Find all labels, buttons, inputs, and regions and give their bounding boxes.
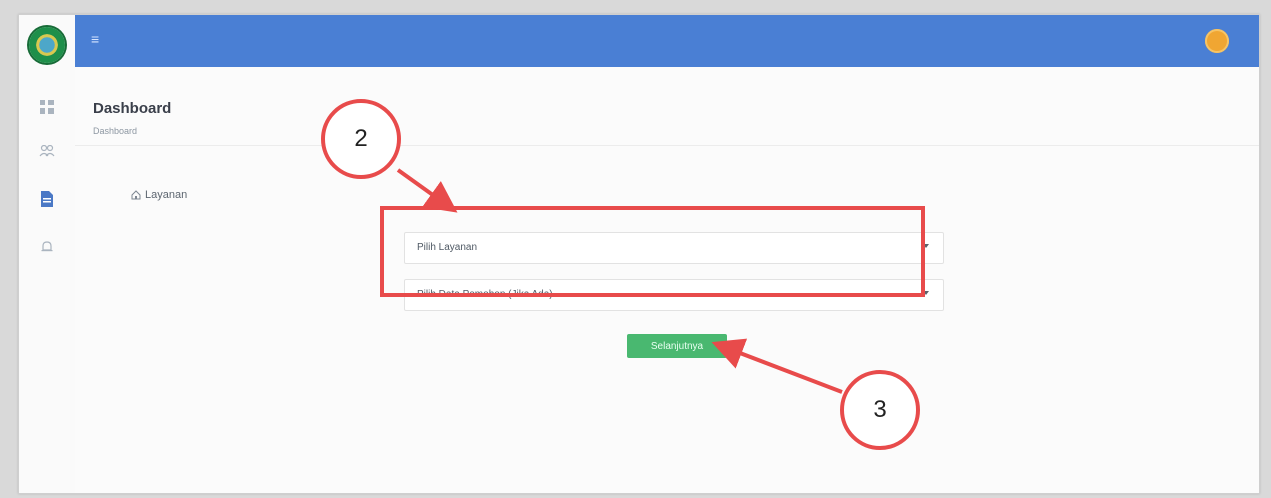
tab-layanan[interactable]: Layanan — [131, 189, 187, 201]
next-button[interactable]: Selanjutnya — [627, 334, 727, 358]
top-navbar: ≡ — [75, 15, 1259, 67]
dashboard-icon[interactable] — [37, 97, 57, 117]
menu-toggle-icon[interactable]: ≡ — [91, 32, 107, 46]
annotation-callout-2-label: 2 — [354, 125, 368, 152]
home-icon — [131, 190, 141, 200]
annotation-highlight-box — [380, 206, 925, 297]
users-icon[interactable] — [37, 141, 57, 161]
annotation-callout-3-label: 3 — [873, 396, 887, 423]
document-icon[interactable] — [37, 189, 57, 209]
app-logo — [29, 27, 65, 63]
annotation-callout-3: 3 — [840, 370, 920, 450]
annotation-callout-2: 2 — [321, 99, 401, 179]
breadcrumb: Dashboard — [93, 126, 138, 136]
title-divider — [75, 145, 1259, 146]
page-title: Dashboard — [93, 100, 172, 117]
tab-layanan-label: Layanan — [145, 189, 188, 201]
bell-icon[interactable] — [37, 237, 57, 257]
sidebar — [19, 15, 76, 493]
user-avatar[interactable] — [1205, 29, 1229, 53]
